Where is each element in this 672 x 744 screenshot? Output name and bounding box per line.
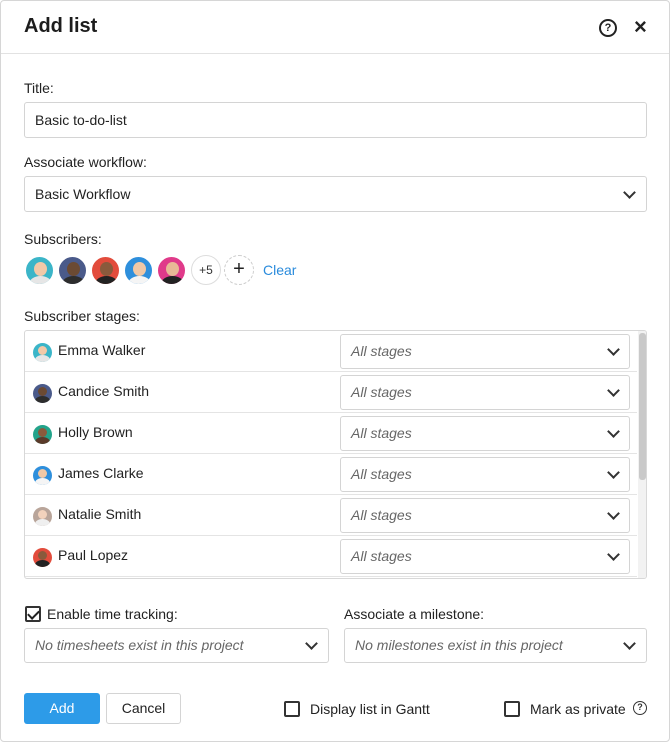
title-input[interactable]: Basic to-do-list <box>24 102 647 138</box>
stage-select-value: All stages <box>351 343 412 359</box>
subscriber-name: Emma Walker <box>58 342 146 358</box>
stage-select[interactable]: All stages <box>340 457 630 492</box>
chevron-down-icon <box>607 343 620 356</box>
clear-subscribers-link[interactable]: Clear <box>263 262 296 278</box>
chevron-down-icon <box>607 507 620 520</box>
private-label: Mark as private <box>530 701 626 717</box>
gantt-label: Display list in Gantt <box>310 701 430 717</box>
scrollbar-thumb[interactable] <box>639 333 646 480</box>
add-subscriber-button[interactable]: + <box>224 255 254 285</box>
stage-select[interactable]: All stages <box>340 416 630 451</box>
add-button[interactable]: Add <box>24 693 100 724</box>
milestone-select-value: No milestones exist in this project <box>355 637 563 653</box>
stage-select-value: All stages <box>351 507 412 523</box>
close-icon[interactable]: × <box>634 15 647 39</box>
chevron-down-icon <box>607 425 620 438</box>
stage-select-value: All stages <box>351 384 412 400</box>
avatar <box>33 466 52 485</box>
subscriber-stages-table: Emma Walker All stages Candice Smith All… <box>24 330 647 579</box>
workflow-label: Associate workflow: <box>24 154 147 170</box>
chevron-down-icon <box>607 548 620 561</box>
avatar[interactable] <box>57 255 88 286</box>
cancel-button[interactable]: Cancel <box>106 693 181 724</box>
avatar[interactable] <box>156 255 187 286</box>
table-row: Paul Lopez All stages <box>25 536 637 577</box>
gantt-checkbox[interactable] <box>284 701 300 717</box>
private-checkbox[interactable] <box>504 701 520 717</box>
workflow-select-value: Basic Workflow <box>35 186 131 202</box>
timesheet-select-value: No timesheets exist in this project <box>35 637 244 653</box>
time-tracking-checkbox[interactable] <box>25 606 41 622</box>
avatar <box>33 384 52 403</box>
subscribers-label: Subscribers: <box>24 231 102 247</box>
subscriber-name: Paul Lopez <box>58 547 129 563</box>
chevron-down-icon <box>623 637 636 650</box>
chevron-down-icon <box>305 637 318 650</box>
dialog-title: Add list <box>24 15 98 37</box>
subscriber-name: Natalie Smith <box>58 506 142 522</box>
avatar[interactable] <box>90 255 121 286</box>
timesheet-select[interactable]: No timesheets exist in this project <box>24 628 329 663</box>
subscriber-name: Candice Smith <box>58 383 150 399</box>
subscriber-name: James Clarke <box>58 465 144 481</box>
stage-select-value: All stages <box>351 548 412 564</box>
help-circle-icon[interactable]: ? <box>633 701 647 715</box>
table-row: Candice Smith All stages <box>25 372 637 413</box>
stage-select[interactable]: All stages <box>340 539 630 574</box>
chevron-down-icon <box>607 466 620 479</box>
avatar[interactable] <box>24 255 55 286</box>
title-label: Title: <box>24 80 54 96</box>
avatar[interactable] <box>123 255 154 286</box>
stage-select[interactable]: All stages <box>340 334 630 369</box>
milestone-select[interactable]: No milestones exist in this project <box>344 628 647 663</box>
more-subscribers-badge[interactable]: +5 <box>191 255 221 285</box>
stage-select-value: All stages <box>351 425 412 441</box>
milestone-label: Associate a milestone: <box>344 606 485 622</box>
time-tracking-label: Enable time tracking: <box>47 606 178 622</box>
table-row: Natalie Smith All stages <box>25 495 637 536</box>
stage-select-value: All stages <box>351 466 412 482</box>
chevron-down-icon <box>607 384 620 397</box>
add-list-dialog: Add list ? × Title: Basic to-do-list Ass… <box>0 0 670 742</box>
avatar <box>33 548 52 567</box>
dialog-header: Add list ? × <box>1 1 669 54</box>
table-row: James Clarke All stages <box>25 454 637 495</box>
table-row: Holly Brown All stages <box>25 413 637 454</box>
avatar <box>33 425 52 444</box>
table-row: Emma Walker All stages <box>25 331 637 372</box>
stage-select[interactable]: All stages <box>340 375 630 410</box>
avatar <box>33 343 52 362</box>
help-icon[interactable]: ? <box>599 19 617 37</box>
chevron-down-icon <box>623 186 636 199</box>
stage-select[interactable]: All stages <box>340 498 630 533</box>
avatar <box>33 507 52 526</box>
workflow-select[interactable]: Basic Workflow <box>24 176 647 212</box>
subscriber-stages-label: Subscriber stages: <box>24 308 140 324</box>
stages-scrollbar[interactable] <box>638 331 646 578</box>
subscriber-name: Holly Brown <box>58 424 133 440</box>
